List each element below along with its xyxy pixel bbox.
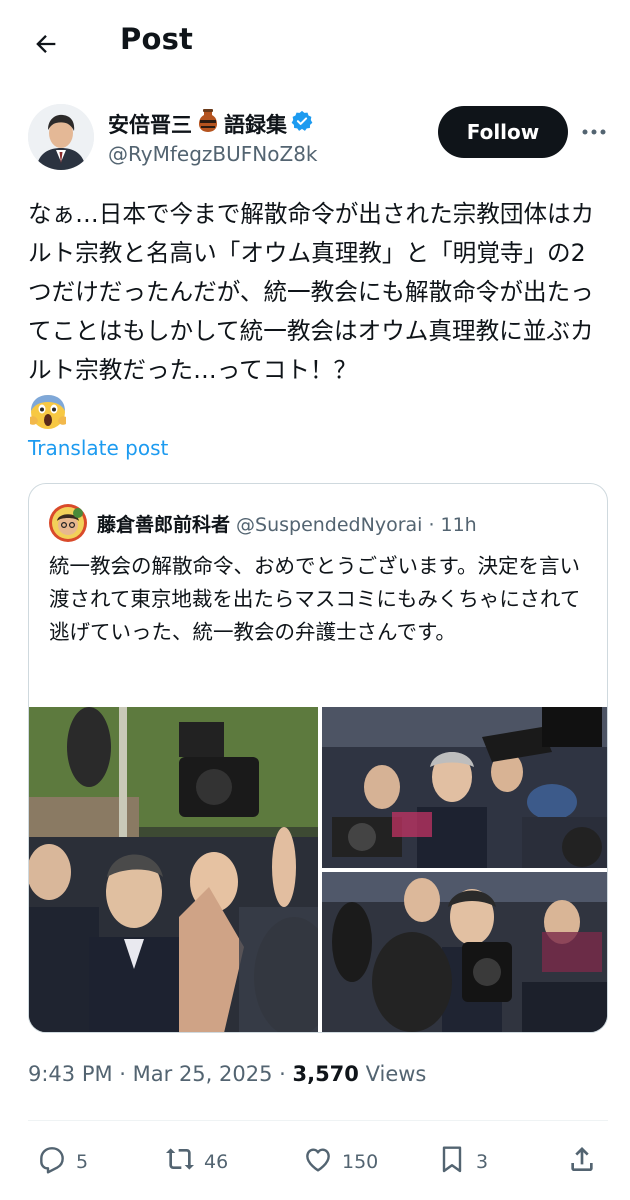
arrow-left-icon[interactable]: [28, 26, 64, 62]
quote-author-name[interactable]: 藤倉善郎前科者: [97, 510, 230, 537]
reply-icon: [36, 1143, 68, 1180]
avatar[interactable]: [28, 104, 94, 170]
repost-count: 46: [204, 1150, 229, 1173]
screaming-face-icon: [28, 391, 68, 431]
page-title: Post: [120, 22, 194, 56]
divider: [28, 1120, 608, 1121]
author-name[interactable]: 安倍晋三 語録集: [108, 108, 313, 139]
amphora-icon: [196, 108, 220, 139]
author-row: 安倍晋三 語録集 @RyMfegzBUFNoZ8k Follow: [28, 104, 608, 174]
author-name-suffix: 語録集: [224, 112, 287, 137]
repost-icon: [164, 1143, 196, 1180]
press-scrum-photo-1[interactable]: [29, 707, 318, 1032]
like-count: 150: [342, 1150, 379, 1173]
top-bar: Post: [0, 0, 630, 86]
views-count: 3,570: [292, 1062, 359, 1086]
action-bar: 5 46 150 3: [0, 1135, 630, 1185]
follow-button[interactable]: Follow: [438, 106, 568, 158]
author-handle[interactable]: @RyMfegzBUFNoZ8k: [108, 142, 318, 166]
translate-post-link[interactable]: Translate post: [28, 436, 168, 460]
post-timestamp[interactable]: 9:43 PM · Mar 25, 2025 · 3,570 Views: [28, 1062, 426, 1086]
press-scrum-photo-3[interactable]: [322, 872, 607, 1032]
reply-button[interactable]: 5: [36, 1143, 88, 1180]
more-icon[interactable]: [580, 120, 608, 144]
author-name-text: 安倍晋三: [108, 112, 192, 137]
post-time[interactable]: 9:43 PM · Mar 25, 2025 ·: [28, 1062, 292, 1086]
bookmark-icon: [436, 1143, 468, 1180]
share-icon: [566, 1143, 598, 1180]
bookmark-button[interactable]: 3: [436, 1143, 488, 1180]
repost-button[interactable]: 46: [164, 1143, 228, 1180]
quote-time[interactable]: 11h: [440, 514, 476, 536]
share-button[interactable]: [566, 1143, 598, 1180]
quoted-post[interactable]: 藤倉善郎前科者 @SuspendedNyorai · 11h 統一教会の解散命令…: [28, 483, 608, 1033]
press-scrum-photo-2[interactable]: [322, 707, 607, 868]
heart-icon: [302, 1143, 334, 1180]
quote-text: 統一教会の解散命令、おめでとうございます。決定を言い渡されて東京地裁を出たらマス…: [49, 554, 581, 644]
like-button[interactable]: 150: [302, 1143, 378, 1180]
bookmark-count: 3: [476, 1150, 489, 1173]
quote-author-handle[interactable]: @SuspendedNyorai: [236, 514, 422, 536]
media-grid: [29, 707, 607, 1032]
verified-badge-icon: [291, 110, 313, 137]
quote-avatar[interactable]: [49, 504, 87, 542]
quote-meta: 藤倉善郎前科者 @SuspendedNyorai · 11h: [97, 510, 477, 537]
post-text: なぁ…日本で今まで解散命令が出された宗教団体はカルト宗教と名高い「オウム真理教」…: [28, 200, 595, 384]
quote-separator: ·: [428, 514, 435, 536]
reply-count: 5: [76, 1150, 89, 1173]
views-label: Views: [358, 1062, 427, 1086]
